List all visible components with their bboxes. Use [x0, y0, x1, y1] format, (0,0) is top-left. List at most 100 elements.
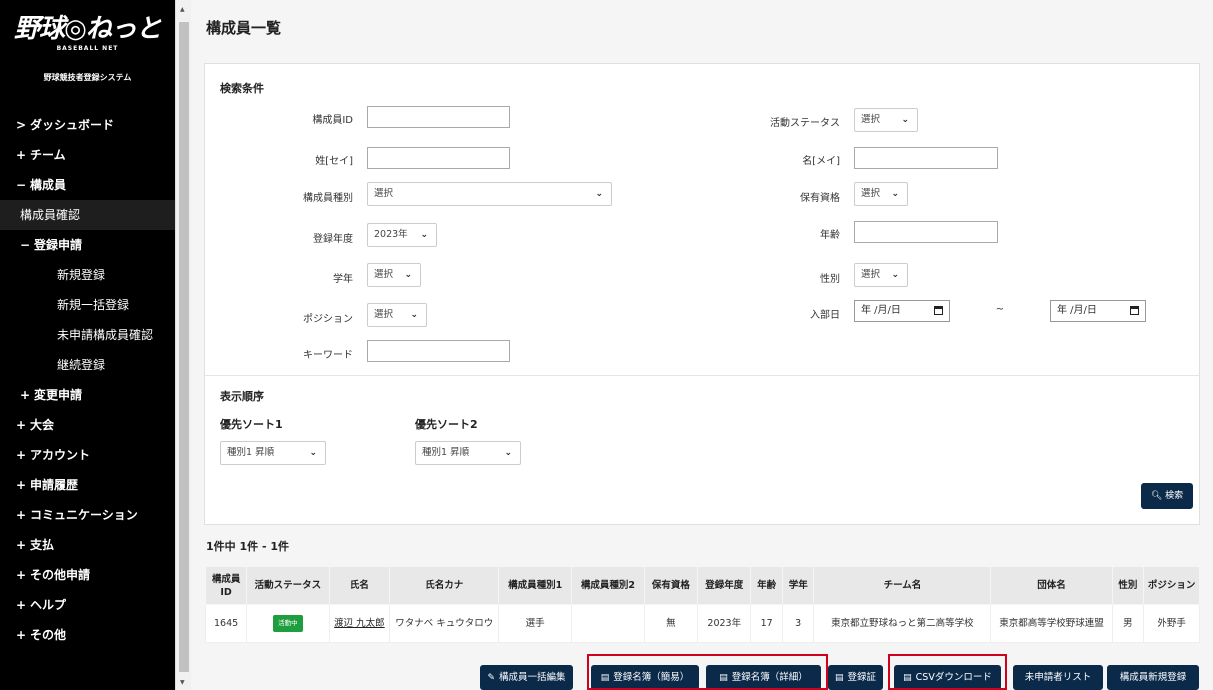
reg-year-label: 登録年度 — [313, 234, 353, 245]
sidebar-item-label: 新規登録 — [57, 268, 106, 282]
sidebar-item-unapplied-members[interactable]: 未申請構成員確認 — [0, 320, 175, 350]
table-row[interactable]: 1645 活動中 渡辺 九太郎 ワタナベ キュウタロウ 選手 無 2023年 17 3 東京都立野… — [204, 604, 1200, 643]
chevron-down-icon: ⌄ — [309, 448, 317, 458]
expand-icon: + — [16, 478, 27, 492]
grade-label: 学年 — [333, 274, 353, 285]
sidebar-item-payment[interactable]: + 支払 — [0, 530, 175, 560]
cell-qualification: 無 — [643, 604, 699, 643]
collapse-icon: − — [20, 238, 31, 252]
sidebar-item-change-request[interactable]: + 変更申請 — [0, 380, 175, 410]
column-header[interactable]: 団体名 — [990, 566, 1113, 605]
gender-select[interactable]: 選択 ⌄ — [854, 263, 908, 287]
sidebar-item-dashboard[interactable]: > ダッシュボード — [0, 110, 175, 140]
sidebar-item-other[interactable]: + その他 — [0, 620, 175, 650]
position-select[interactable]: 選択 ⌄ — [367, 303, 427, 327]
join-date-from[interactable]: 年 /月/日 — [854, 300, 950, 322]
sidebar-item-registration[interactable]: − 登録申請 — [0, 230, 175, 260]
sidebar-item-account[interactable]: + アカウント — [0, 440, 175, 470]
pencil-icon: ✎ — [487, 673, 496, 683]
column-header[interactable]: 学年 — [781, 566, 815, 605]
sidebar-item-other-applications[interactable]: + その他申請 — [0, 560, 175, 590]
search-icon: 🔍︎ — [1150, 491, 1163, 501]
join-date-to[interactable]: 年 /月/日 — [1050, 300, 1146, 322]
cell-status: 活動中 — [246, 604, 330, 643]
sidebar-item-label: 申請履歴 — [30, 478, 79, 492]
certificate-button[interactable]: ▤ 登録証 — [828, 665, 883, 690]
calendar-icon[interactable] — [934, 306, 943, 315]
column-header[interactable]: 氏名カナ — [389, 566, 500, 605]
sidebar-item-member[interactable]: − 構成員 — [0, 170, 175, 200]
cell-type2 — [571, 604, 645, 643]
grade-select[interactable]: 選択 ⌄ — [367, 263, 421, 287]
column-header[interactable]: 性別 — [1111, 566, 1145, 605]
qualification-label: 保有資格 — [800, 193, 840, 204]
search-button[interactable]: 🔍︎ 検索 — [1141, 483, 1193, 509]
sort2-value: 種別1 昇順 — [422, 447, 470, 458]
qualification-select[interactable]: 選択 ⌄ — [854, 182, 908, 206]
sidebar-item-label: 構成員 — [30, 178, 67, 192]
sort2-select[interactable]: 種別1 昇順 ⌄ — [415, 441, 521, 465]
unapplied-list-label: 未申請者リスト — [1024, 672, 1092, 683]
sidebar-item-member-confirm[interactable]: 構成員確認 — [0, 200, 175, 230]
cell-type1: 選手 — [498, 604, 573, 643]
unapplied-list-button[interactable]: 未申請者リスト — [1013, 665, 1103, 690]
expand-icon: + — [16, 418, 27, 432]
sidebar-item-new-registration[interactable]: 新規登録 — [0, 260, 175, 290]
column-header[interactable]: 構成員種別2 — [571, 566, 645, 605]
scrollbar-thumb[interactable] — [179, 22, 189, 672]
age-input[interactable] — [854, 221, 998, 243]
first-name-input[interactable] — [854, 147, 998, 169]
column-header[interactable]: 登録年度 — [697, 566, 752, 605]
column-header[interactable]: 構成員ID — [204, 566, 248, 605]
last-name-input[interactable] — [367, 147, 510, 169]
sort1-select[interactable]: 種別1 昇順 ⌄ — [220, 441, 326, 465]
column-header[interactable]: 活動ステータス — [246, 566, 330, 605]
column-header[interactable]: 保有資格 — [643, 566, 699, 605]
page-title: 構成員一覧 — [206, 19, 282, 37]
expand-icon: + — [16, 448, 27, 462]
sidebar-item-label: 大会 — [30, 418, 55, 432]
scroll-down-icon[interactable]: ▼ — [180, 679, 185, 686]
file-icon: ▤ — [834, 673, 844, 683]
sidebar-item-tournament[interactable]: + 大会 — [0, 410, 175, 440]
bulk-edit-button[interactable]: ✎ 構成員一括編集 — [480, 665, 573, 690]
sort2-label: 優先ソート2 — [415, 418, 478, 431]
sidebar-item-communication[interactable]: + コミュニケーション — [0, 500, 175, 530]
column-header[interactable]: 構成員種別1 — [498, 566, 573, 605]
expand-icon: + — [16, 508, 27, 522]
member-id-input[interactable] — [367, 106, 510, 128]
chevron-down-icon: ⌄ — [891, 189, 899, 199]
member-name-link[interactable]: 渡辺 九太郎 — [334, 618, 385, 629]
search-section-title: 検索条件 — [220, 82, 264, 95]
chevron-down-icon: ⌄ — [595, 189, 603, 199]
column-header[interactable]: チーム名 — [813, 566, 992, 605]
sidebar-item-label: 支払 — [30, 538, 55, 552]
sidebar-item-team[interactable]: + チーム — [0, 140, 175, 170]
sidebar: 野球◎ねっと BASEBALL NET 野球競技者登録システム > ダッシュボード… — [0, 0, 175, 690]
highlight-roster-buttons — [587, 654, 828, 690]
sidebar-item-application-history[interactable]: + 申請履歴 — [0, 470, 175, 500]
sidebar-item-help[interactable]: + ヘルプ — [0, 590, 175, 620]
logo[interactable]: 野球◎ねっと BASEBALL NET 野球競技者登録システム — [0, 0, 175, 110]
activity-status-select[interactable]: 選択 ⌄ — [854, 108, 918, 132]
sidebar-scrollbar[interactable]: ▲ ▼ — [175, 0, 191, 690]
new-member-button[interactable]: 構成員新規登録 — [1107, 665, 1199, 690]
column-header[interactable]: ポジション — [1143, 566, 1200, 605]
sidebar-item-bulk-registration[interactable]: 新規一括登録 — [0, 290, 175, 320]
keyword-input[interactable] — [367, 340, 510, 362]
sidebar-item-renewal[interactable]: 継続登録 — [0, 350, 175, 380]
cell-kana: ワタナベ キュウタロウ — [389, 604, 500, 643]
cell-id: 1645 — [204, 604, 248, 643]
sidebar-item-label: その他 — [30, 628, 67, 642]
column-header[interactable]: 年齢 — [750, 566, 783, 605]
table-body: 1645 活動中 渡辺 九太郎 ワタナベ キュウタロウ 選手 無 2023年 17 3 東京都立野… — [204, 604, 1200, 643]
scroll-up-icon[interactable]: ▲ — [180, 6, 185, 13]
sidebar-item-label: 構成員確認 — [20, 208, 81, 222]
date-range-separator: ~ — [995, 304, 1005, 315]
chevron-right-icon: > — [16, 118, 27, 132]
cell-team: 東京都立野球ねっと第二高等学校 — [813, 604, 992, 643]
calendar-icon[interactable] — [1130, 306, 1139, 315]
member-type-select[interactable]: 選択 ⌄ — [367, 182, 612, 206]
column-header[interactable]: 氏名 — [328, 566, 391, 605]
reg-year-select[interactable]: 2023年 ⌄ — [367, 223, 437, 247]
